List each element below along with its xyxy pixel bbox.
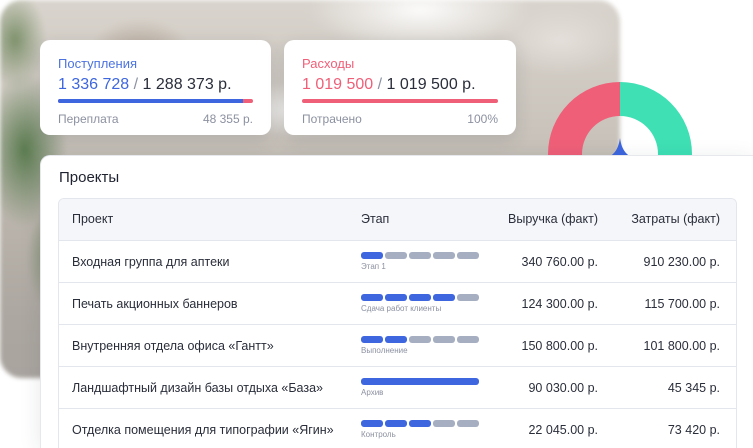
project-name[interactable]: Печать акционных баннеров	[72, 297, 238, 311]
header-revenue[interactable]: Выручка (факт)	[508, 212, 598, 226]
stage-segment-pending	[433, 420, 455, 427]
stage-indicator: Архив	[361, 378, 479, 397]
stage-segment-pending	[457, 252, 479, 259]
expense-values: 1 019 500 / 1 019 500 р.	[302, 76, 498, 94]
expense-separator: /	[377, 76, 383, 93]
income-separator: /	[133, 76, 139, 93]
stage-label: Сдача работ клиенты	[361, 304, 442, 313]
stage-progress	[361, 252, 479, 259]
header-project[interactable]: Проект	[72, 212, 113, 226]
stage-segment-pending	[385, 252, 407, 259]
cost-value: 910 230.00 р.	[643, 255, 720, 269]
stage-segment-done	[385, 336, 407, 343]
income-footer: Переплата 48 355 р.	[58, 112, 253, 126]
stage-segment-done	[361, 294, 383, 301]
header-stage[interactable]: Этап	[361, 212, 389, 226]
expense-foot-value: 100%	[467, 112, 498, 126]
cost-value: 115 700.00 р.	[644, 297, 720, 311]
stage-label: Этап 1	[361, 262, 386, 271]
income-label: Поступления	[58, 56, 138, 71]
stage-segment-done	[385, 294, 407, 301]
panel-title: Проекты	[59, 169, 120, 186]
expense-planned: 1 019 500 р.	[386, 76, 476, 93]
stage-progress	[361, 336, 479, 343]
stage-segment-done	[409, 420, 431, 427]
expense-spent: 1 019 500	[302, 76, 374, 93]
stage-label: Архив	[361, 388, 384, 397]
income-progress-fill	[58, 99, 244, 103]
expense-foot-label: Потрачено	[302, 112, 362, 126]
stage-segment-done	[361, 378, 479, 385]
stage-segment-done	[361, 252, 383, 259]
table-row[interactable]: Отделка помещения для типографии «Ягин» …	[59, 409, 736, 448]
stage-indicator: Контроль	[361, 420, 479, 439]
table-row[interactable]: Ландшафтный дизайн базы отдыха «База» Ар…	[59, 367, 736, 409]
projects-table: Проект Этап Выручка (факт) Затраты (факт…	[58, 198, 737, 448]
revenue-value: 22 045.00 р.	[528, 423, 598, 437]
cost-value: 101 800.00 р.	[643, 339, 720, 353]
table-row[interactable]: Печать акционных баннеров Сдача работ кл…	[59, 283, 736, 325]
revenue-value: 90 030.00 р.	[528, 381, 598, 395]
expense-footer: Потрачено 100%	[302, 112, 498, 126]
projects-panel: Проекты Проект Этап Выручка (факт) Затра…	[40, 155, 753, 448]
stage-label: Контроль	[361, 430, 396, 439]
project-name[interactable]: Внутренняя отдела офиса «Гантт»	[72, 339, 274, 353]
stage-segment-done	[361, 420, 383, 427]
cost-value: 73 420 р.	[667, 423, 720, 437]
expense-card: Расходы 1 019 500 / 1 019 500 р. Потраче…	[284, 40, 516, 135]
expense-label: Расходы	[302, 56, 355, 71]
table-row[interactable]: Внутренняя отдела офиса «Гантт» Выполнен…	[59, 325, 736, 367]
stage-indicator: Сдача работ клиенты	[361, 294, 479, 313]
stage-segment-pending	[433, 336, 455, 343]
income-card: Поступления 1 336 728 / 1 288 373 р. Пер…	[40, 40, 271, 135]
revenue-value: 124 300.00 р.	[521, 297, 598, 311]
stage-segment-done	[433, 294, 455, 301]
table-row[interactable]: Входная группа для аптеки Этап 1 340 760…	[59, 241, 736, 283]
project-name[interactable]: Отделка помещения для типографии «Ягин»	[72, 423, 334, 437]
stage-label: Выполнение	[361, 346, 408, 355]
project-name[interactable]: Входная группа для аптеки	[72, 255, 230, 269]
stage-segment-pending	[433, 252, 455, 259]
stage-indicator: Выполнение	[361, 336, 479, 355]
income-foot-value: 48 355 р.	[202, 112, 253, 126]
income-planned: 1 288 373 р.	[142, 76, 232, 93]
stage-progress	[361, 378, 479, 385]
project-name[interactable]: Ландшафтный дизайн базы отдыха «База»	[72, 381, 323, 395]
stage-segment-done	[409, 294, 431, 301]
stage-progress	[361, 294, 479, 301]
header-cost[interactable]: Затраты (факт)	[631, 212, 720, 226]
cost-value: 45 345 р.	[667, 381, 720, 395]
stage-segment-pending	[457, 336, 479, 343]
revenue-value: 340 760.00 р.	[521, 255, 598, 269]
stage-segment-pending	[457, 294, 479, 301]
stage-segment-pending	[409, 336, 431, 343]
expense-progress-bar	[302, 99, 498, 103]
table-header: Проект Этап Выручка (факт) Затраты (факт…	[59, 199, 736, 241]
stage-progress	[361, 420, 479, 427]
stage-segment-pending	[409, 252, 431, 259]
stage-indicator: Этап 1	[361, 252, 479, 271]
income-progress-bar	[58, 99, 253, 103]
stage-segment-done	[361, 336, 383, 343]
income-values: 1 336 728 / 1 288 373 р.	[58, 76, 253, 94]
stage-segment-done	[385, 420, 407, 427]
income-foot-label: Переплата	[58, 112, 119, 126]
revenue-value: 150 800.00 р.	[521, 339, 598, 353]
stage-segment-pending	[457, 420, 479, 427]
income-received: 1 336 728	[58, 76, 130, 93]
